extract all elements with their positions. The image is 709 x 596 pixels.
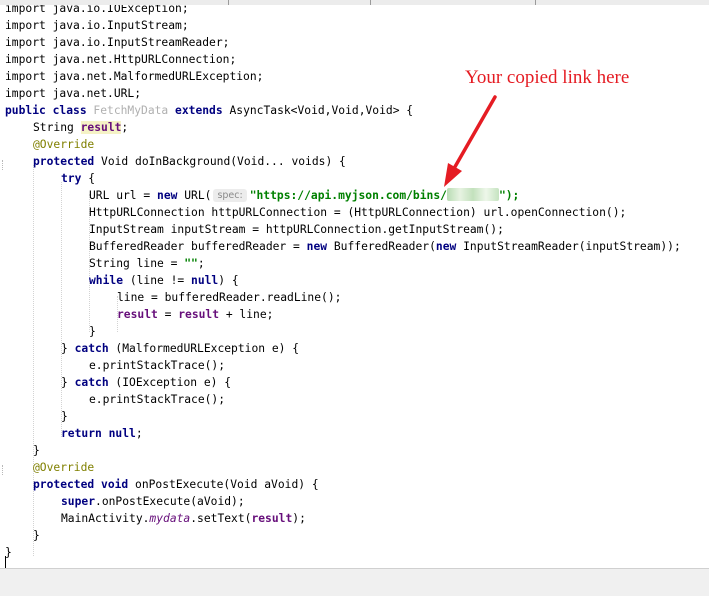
horizontal-scrollbar[interactable] bbox=[0, 568, 709, 596]
red-arrow-icon bbox=[444, 95, 497, 187]
